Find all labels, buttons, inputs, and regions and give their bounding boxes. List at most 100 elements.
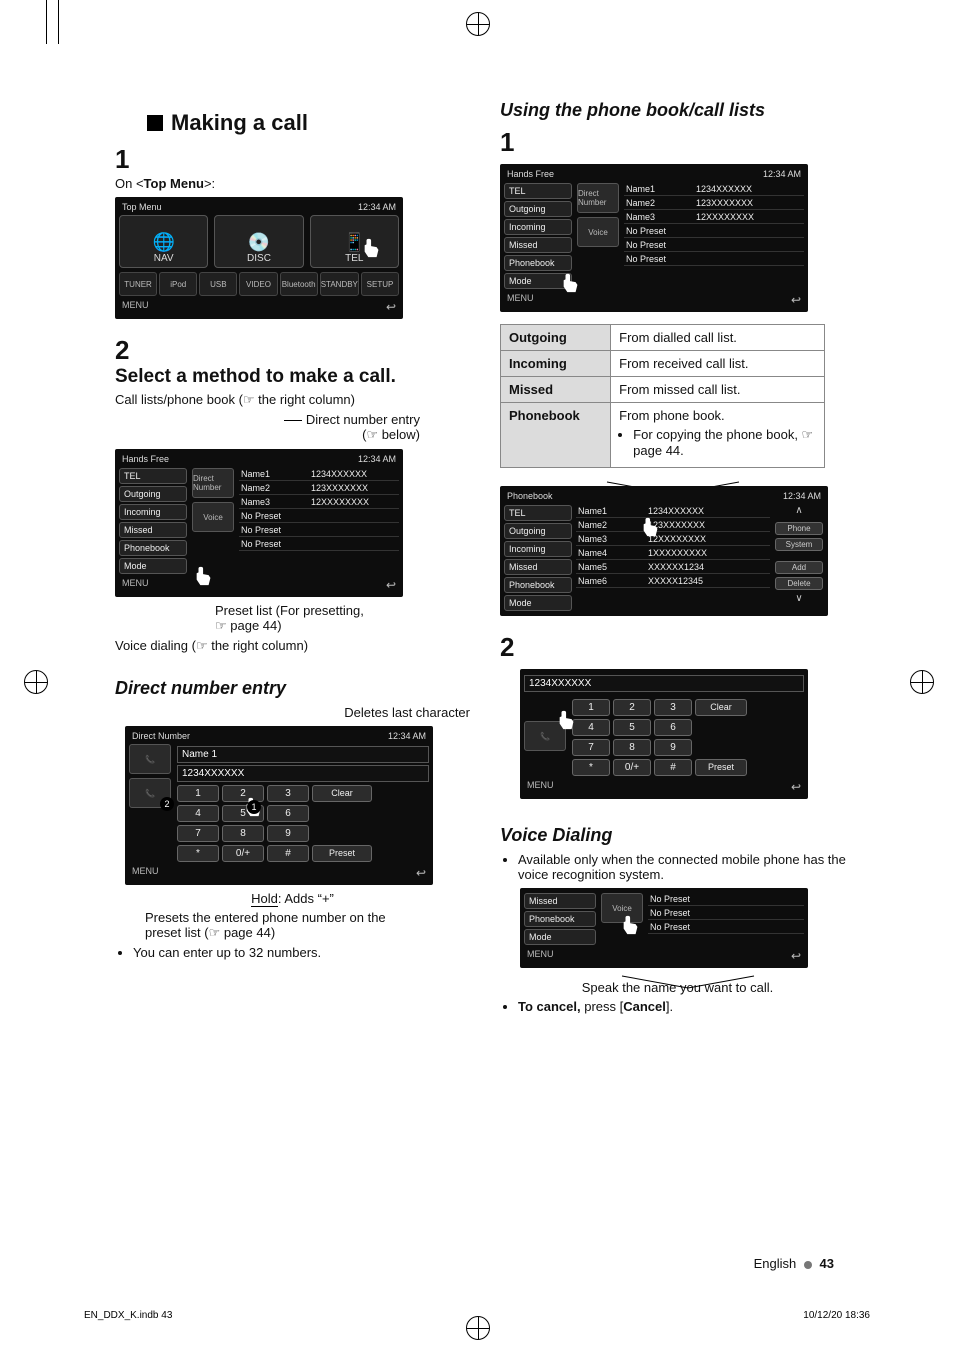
- key-6[interactable]: 6: [654, 719, 692, 736]
- disc-button[interactable]: 💿DISC: [214, 215, 303, 268]
- preset-row[interactable]: Name312XXXXXXXX: [239, 496, 399, 509]
- tuner-button[interactable]: TUNER: [119, 272, 157, 296]
- scroll-down-icon[interactable]: ∨: [789, 593, 809, 607]
- side-phone-button[interactable]: Phone: [775, 522, 823, 535]
- phonebook-row[interactable]: Name2123XXXXXXX: [576, 519, 770, 532]
- usb-button[interactable]: USB: [199, 272, 237, 296]
- voice-icon[interactable]: Voice: [192, 502, 234, 532]
- dial-icon[interactable]: 📞: [129, 744, 171, 774]
- preset-row[interactable]: No Preset: [239, 510, 399, 523]
- key-8[interactable]: 8: [613, 739, 651, 756]
- preset-row[interactable]: No Preset: [624, 239, 804, 252]
- preset-row[interactable]: Name312XXXXXXXX: [624, 211, 804, 224]
- setup-button[interactable]: SETUP: [361, 272, 399, 296]
- key-clear[interactable]: Clear: [695, 699, 747, 716]
- preset-row[interactable]: No Preset: [624, 225, 804, 238]
- dial-icon-2[interactable]: 📞2: [129, 778, 171, 808]
- phonebook-row[interactable]: Name41XXXXXXXXX: [576, 547, 770, 560]
- phonebook-row[interactable]: Name312XXXXXXXX: [576, 533, 770, 546]
- ipod-button[interactable]: iPod: [159, 272, 197, 296]
- preset-row[interactable]: Name11234XXXXXX: [624, 183, 804, 196]
- preset-row[interactable]: No Preset: [624, 253, 804, 266]
- menu-label[interactable]: MENU: [122, 578, 149, 592]
- key-1[interactable]: 1: [177, 785, 219, 802]
- key-preset[interactable]: Preset: [695, 759, 747, 776]
- key-hash[interactable]: #: [654, 759, 692, 776]
- tab-phonebook[interactable]: Phonebook: [119, 540, 187, 556]
- key-4[interactable]: 4: [177, 805, 219, 822]
- key-7[interactable]: 7: [572, 739, 610, 756]
- key-star[interactable]: *: [177, 845, 219, 862]
- tab-phonebook[interactable]: Phonebook: [524, 911, 596, 927]
- phonebook-row[interactable]: Name5XXXXXX1234: [576, 561, 770, 574]
- side-system-button[interactable]: System: [775, 538, 823, 551]
- key-8[interactable]: 8: [222, 825, 264, 842]
- video-button[interactable]: VIDEO: [239, 272, 277, 296]
- tab-missed[interactable]: Missed: [524, 893, 596, 909]
- preset-row[interactable]: Name2123XXXXXXX: [624, 197, 804, 210]
- menu-label[interactable]: MENU: [132, 866, 159, 880]
- tab-outgoing[interactable]: Outgoing: [504, 523, 572, 539]
- standby-button[interactable]: STANDBY: [320, 272, 359, 296]
- menu-label[interactable]: MENU: [527, 780, 554, 794]
- tab-missed[interactable]: Missed: [119, 522, 187, 538]
- back-icon[interactable]: ↩: [791, 293, 801, 307]
- tab-outgoing[interactable]: Outgoing: [504, 201, 572, 217]
- back-icon[interactable]: ↩: [386, 300, 396, 314]
- bluetooth-button[interactable]: Bluetooth: [280, 272, 318, 296]
- preset-row[interactable]: Name11234XXXXXX: [239, 468, 399, 481]
- menu-label[interactable]: MENU: [507, 293, 534, 307]
- tab-mode[interactable]: Mode: [524, 929, 596, 945]
- voice-icon[interactable]: Voice: [577, 217, 619, 247]
- key-5[interactable]: 5: [613, 719, 651, 736]
- tel-button[interactable]: 📱TEL: [310, 215, 399, 268]
- tab-mode[interactable]: Mode: [504, 595, 572, 611]
- key-5[interactable]: 5: [222, 805, 264, 822]
- tab-incoming[interactable]: Incoming: [504, 541, 572, 557]
- key-2[interactable]: 2: [222, 785, 264, 802]
- key-clear[interactable]: Clear: [312, 785, 372, 802]
- key-9[interactable]: 9: [267, 825, 309, 842]
- side-add-button[interactable]: Add: [775, 561, 823, 574]
- phonebook-row[interactable]: Name6XXXXX12345: [576, 575, 770, 588]
- tab-phonebook[interactable]: Phonebook: [504, 255, 572, 271]
- key-9[interactable]: 9: [654, 739, 692, 756]
- key-hash[interactable]: #: [267, 845, 309, 862]
- key-star[interactable]: *: [572, 759, 610, 776]
- preset-row[interactable]: No Preset: [239, 538, 399, 551]
- tab-mode[interactable]: Mode: [504, 273, 572, 289]
- key-6[interactable]: 6: [267, 805, 309, 822]
- nav-button[interactable]: 🌐NAV: [119, 215, 208, 268]
- key-preset[interactable]: Preset: [312, 845, 372, 862]
- tab-tel[interactable]: TEL: [504, 183, 572, 199]
- tab-mode[interactable]: Mode: [119, 558, 187, 574]
- tab-missed[interactable]: Missed: [504, 559, 572, 575]
- tab-phonebook[interactable]: Phonebook: [504, 577, 572, 593]
- preset-row[interactable]: Name2123XXXXXXX: [239, 482, 399, 495]
- back-icon[interactable]: ↩: [386, 578, 396, 592]
- key-4[interactable]: 4: [572, 719, 610, 736]
- key-7[interactable]: 7: [177, 825, 219, 842]
- direct-number-icon[interactable]: Direct Number: [577, 183, 619, 213]
- phonebook-row[interactable]: Name11234XXXXXX: [576, 505, 770, 518]
- tab-missed[interactable]: Missed: [504, 237, 572, 253]
- direct-number-icon[interactable]: Direct Number: [192, 468, 234, 498]
- tab-tel[interactable]: TEL: [119, 468, 187, 484]
- key-3[interactable]: 3: [267, 785, 309, 802]
- dial-icon[interactable]: 📞: [524, 721, 566, 751]
- tab-tel[interactable]: TEL: [504, 505, 572, 521]
- back-icon[interactable]: ↩: [416, 866, 426, 880]
- tab-incoming[interactable]: Incoming: [119, 504, 187, 520]
- side-delete-button[interactable]: Delete: [775, 577, 823, 590]
- tab-incoming[interactable]: Incoming: [504, 219, 572, 235]
- key-0plus[interactable]: 0/+: [222, 845, 264, 862]
- back-icon[interactable]: ↩: [791, 780, 801, 794]
- key-2[interactable]: 2: [613, 699, 651, 716]
- menu-label[interactable]: MENU: [527, 949, 554, 963]
- menu-label[interactable]: MENU: [122, 300, 149, 314]
- key-0plus[interactable]: 0/+: [613, 759, 651, 776]
- scroll-up-icon[interactable]: ∧: [789, 505, 809, 519]
- voice-icon[interactable]: Voice: [601, 893, 643, 923]
- preset-row[interactable]: No Preset: [239, 524, 399, 537]
- key-3[interactable]: 3: [654, 699, 692, 716]
